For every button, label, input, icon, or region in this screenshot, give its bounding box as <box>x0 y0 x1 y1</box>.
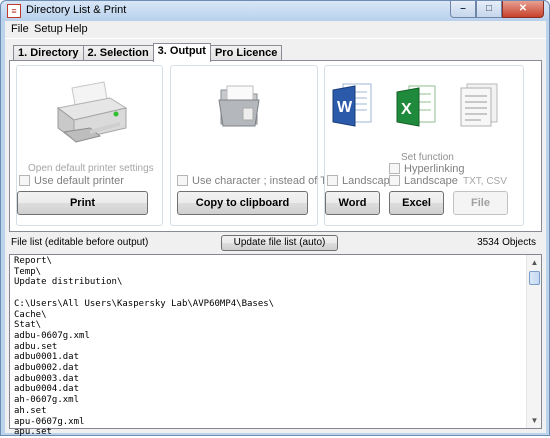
tab-pro-licence[interactable]: Pro Licence <box>209 45 283 61</box>
file-list-line: adbu0004.dat <box>14 384 80 395</box>
file-list-line: Temp\ <box>14 266 42 277</box>
file-list-line <box>14 288 274 299</box>
file-list-line: adbu0001.dat <box>14 352 80 363</box>
landscape-excel-checkbox[interactable]: Landscape <box>389 175 458 188</box>
text-file-icon[interactable] <box>455 82 503 128</box>
title-bar[interactable]: ≡ Directory List & Print – □ ✕ <box>1 1 549 21</box>
svg-text:W: W <box>337 99 353 116</box>
maximize-button[interactable]: □ <box>476 1 502 18</box>
office-group: W X Set function Hyperlinking Landscape … <box>324 65 524 226</box>
file-list-line: C:\Users\All Users\Kaspersky Lab\AVP60MP… <box>14 298 275 309</box>
print-button[interactable]: Print <box>17 191 148 215</box>
file-list-line: Cache\ <box>14 309 47 320</box>
file-list-line: apu.set <box>14 427 52 438</box>
landscape-excel-label: Landscape <box>404 175 458 187</box>
close-button[interactable]: ✕ <box>502 1 544 18</box>
word-icon[interactable]: W <box>331 80 375 128</box>
object-count: 3534 Objects <box>477 237 536 248</box>
file-list-line: apu-0607g.xml <box>14 416 85 427</box>
hyperlinking-label: Hyperlinking <box>404 163 465 175</box>
file-list-line: Report\ <box>14 256 52 266</box>
printer-group: Open default printer settings Use defaul… <box>16 65 163 226</box>
tab-directory[interactable]: 1. Directory <box>13 45 84 61</box>
word-button[interactable]: Word <box>325 191 380 215</box>
use-character-label: Use character ; instead of TAB <box>192 175 341 187</box>
file-button[interactable]: File <box>453 191 508 215</box>
minimize-button[interactable]: – <box>450 1 476 18</box>
printer-settings-label: Open default printer settings <box>28 163 154 174</box>
excel-button[interactable]: Excel <box>389 191 444 215</box>
tab-output[interactable]: 3. Output <box>152 43 211 62</box>
file-list-line: adbu0002.dat <box>14 363 80 374</box>
tab-selection[interactable]: 2. Selection <box>82 45 154 61</box>
status-row: File list (editable before output) Updat… <box>5 235 546 255</box>
use-default-printer-checkbox[interactable]: Use default printer <box>19 175 124 188</box>
tab-strip: 1. Directory 2. Selection 3. Output Pro … <box>13 43 283 62</box>
file-list-line: Update distribution\ <box>14 277 123 288</box>
file-list-lines: Report\ Temp\ Update distribution\ C:\User… <box>14 256 274 438</box>
update-file-list-button[interactable]: Update file list (auto) <box>221 235 338 251</box>
set-function-label: Set function <box>401 152 454 163</box>
app-icon: ≡ <box>7 4 21 18</box>
landscape-word-label: Landscape <box>342 175 396 187</box>
file-list-line: adbu.set <box>14 341 58 352</box>
menu-help[interactable]: Help <box>65 23 88 35</box>
scroll-down-icon[interactable]: ▼ <box>528 414 541 427</box>
file-list-line: ah-0607g.xml <box>14 395 80 406</box>
file-list-line: Stat\ <box>14 320 42 331</box>
output-panel: Open default printer settings Use defaul… <box>9 60 542 232</box>
window-title: Directory List & Print <box>26 4 127 16</box>
file-list-textarea[interactable]: Report\ Temp\ Update distribution\ C:\User… <box>9 254 542 437</box>
landscape-word-checkbox[interactable]: Landscape <box>327 175 396 188</box>
scroll-thumb[interactable] <box>529 271 540 285</box>
client-area: File Setup Help 1. Directory 2. Selectio… <box>5 21 546 437</box>
app-window: ≡ Directory List & Print – □ ✕ File Setu… <box>0 0 550 437</box>
file-list-line: adbu-0607g.xml <box>14 330 90 341</box>
menu-bar: File Setup Help <box>5 21 546 39</box>
file-list-label: File list (editable before output) <box>11 237 149 248</box>
svg-text:X: X <box>401 101 412 118</box>
file-list-line: ah.set <box>14 405 47 416</box>
file-list-line: adbu0003.dat <box>14 373 80 384</box>
menu-setup[interactable]: Setup <box>34 23 63 35</box>
folder-icon <box>218 85 260 127</box>
scroll-up-icon[interactable]: ▲ <box>528 256 541 269</box>
use-default-printer-label: Use default printer <box>34 175 124 187</box>
copy-to-clipboard-button[interactable]: Copy to clipboard <box>177 191 308 215</box>
excel-icon[interactable]: X <box>395 82 439 128</box>
txt-csv-label: TXT, CSV <box>463 176 507 187</box>
clipboard-group: Use character ; instead of TAB Copy to c… <box>170 65 341 226</box>
vertical-scrollbar[interactable]: ▲ ▼ <box>526 255 541 428</box>
printer-icon[interactable] <box>50 78 130 148</box>
use-character-checkbox[interactable]: Use character ; instead of TAB <box>177 175 341 188</box>
menu-file[interactable]: File <box>11 23 29 35</box>
